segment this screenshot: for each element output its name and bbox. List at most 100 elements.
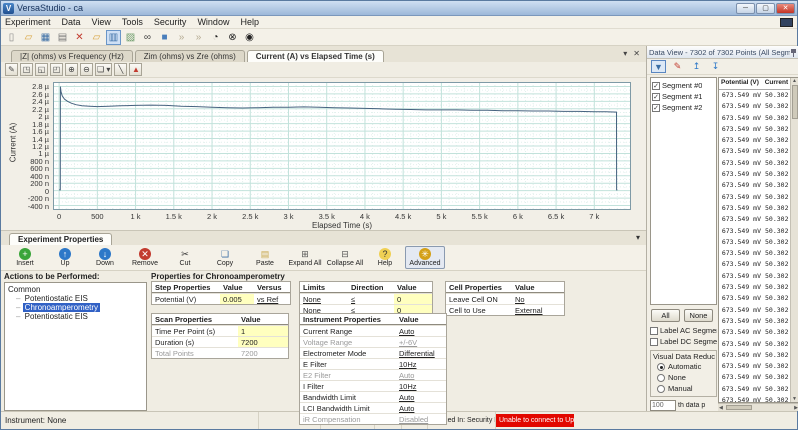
close-button[interactable]: ✕ [776,3,795,14]
menu-item-data[interactable]: Data [62,17,81,27]
display-options-icon[interactable]: ❏ ▾ [95,63,112,76]
table-row[interactable]: 673.549 mV50.302 [719,237,790,248]
menu-item-help[interactable]: Help [240,17,259,27]
scroll-left-icon[interactable]: ◀ [718,405,724,411]
all-button[interactable]: All [651,309,680,322]
cut-button[interactable]: ✂Cut [165,247,205,268]
delete-icon[interactable]: ✕ [72,30,87,45]
actions-tree[interactable]: Common – Potentiostatic EIS– Chronoampero… [4,282,147,411]
radio-manual[interactable]: Manual [653,383,715,394]
collapse-all-button[interactable]: ⊟Collapse All [325,247,365,268]
radio-none[interactable]: None [653,372,715,383]
table-row[interactable]: 673.549 mV50.302 [719,316,790,327]
pause-icon[interactable]: ◔ [208,30,223,45]
checkbox-icon[interactable] [650,338,658,346]
insert-button[interactable]: +Insert [5,247,45,268]
property-value[interactable]: Auto [396,370,446,380]
checkbox-icon[interactable]: ✓ [652,93,660,101]
scrollbar-thumb[interactable] [792,85,798,119]
label-ac-segments-checkbox[interactable]: Label AC Segments [650,325,717,336]
table-row[interactable]: 673.549 mV50.302 [719,101,790,112]
table-row[interactable]: 673.549 mV50.302 [719,361,790,372]
tab-close-icon[interactable]: ✕ [633,49,640,58]
new-document-icon[interactable]: ▯ [4,30,19,45]
property-value[interactable]: Disabled [396,414,446,424]
paste-button[interactable]: ▤Paste [245,247,285,268]
segment-row[interactable]: ✓Segment #2 [652,102,715,113]
checkbox-icon[interactable]: ✓ [652,104,660,112]
scrollbar-thumb-horizontal[interactable] [726,405,752,410]
plot-image-icon[interactable]: ▨ [123,30,138,45]
table-row[interactable]: 673.549 mV50.302 [719,203,790,214]
property-value[interactable]: +/-6V [396,337,446,347]
property-value[interactable]: External [512,305,564,315]
checkbox-icon[interactable] [650,327,658,335]
label-dc-segments-checkbox[interactable]: Label DC Segments [650,336,717,347]
tab-experiment-properties[interactable]: Experiment Properties [9,233,112,245]
table-row[interactable]: 673.549 mV50.302 [719,135,790,146]
table-row[interactable]: 673.549 mV50.302 [719,214,790,225]
tree-item-potentiostatic-eis[interactable]: – Potentiostatic EIS [16,312,146,321]
zoom-window-icon[interactable]: ◳ [20,63,33,76]
chart-svg[interactable] [53,82,631,210]
table-row[interactable]: 673.549 mV50.302 [719,350,790,361]
zoom-x-icon[interactable]: ◱ [35,63,48,76]
help-button[interactable]: ?Help [365,247,405,268]
column-header-potential[interactable]: Potential (V) [719,78,763,89]
property-value[interactable]: ≤ [348,294,394,304]
property-value[interactable]: 7200 [238,337,288,347]
checkbox-icon[interactable]: ✓ [652,82,660,90]
zoom-out-icon[interactable]: ⊖ [80,63,93,76]
table-row[interactable]: 673.549 mV50.302 [719,282,790,293]
property-value[interactable]: Auto [396,392,446,402]
menu-item-view[interactable]: View [92,17,111,27]
trace-icon[interactable]: ╲ [114,63,127,76]
alert-icon[interactable]: ▲ [129,63,142,76]
open-folder-icon[interactable]: ▱ [89,30,104,45]
edit-icon[interactable]: ✎ [5,63,18,76]
table-row[interactable]: 673.549 mV50.302 [719,305,790,316]
table-row[interactable]: 673.549 mV50.302 [719,248,790,259]
property-value[interactable]: 0 [394,294,432,304]
restore-button[interactable]: ▢ [756,3,775,14]
scroll-down-icon[interactable]: ▼ [791,396,798,402]
property-value[interactable]: Auto [396,326,446,336]
property-value[interactable]: 0.005 [220,294,254,304]
table-row[interactable]: 673.549 mV50.302 [719,226,790,237]
table-row[interactable]: 673.549 mV50.302 [719,384,790,395]
tab-zim-ohms-vs-zre-ohms[interactable]: Zim (ohms) vs Zre (ohms) [135,50,245,62]
advanced-button[interactable]: ✳Advanced [405,246,445,269]
table-horizontal-scrollbar[interactable]: ◀ ▶ [718,403,798,411]
table-row[interactable]: 673.549 mV50.302 [719,395,790,402]
table-row[interactable]: 673.549 mV50.302 [719,169,790,180]
column-header-current[interactable]: Current [763,78,790,89]
zoom-in-icon[interactable]: ⊕ [65,63,78,76]
table-row[interactable]: 673.549 mV50.302 [719,124,790,135]
menu-item-window[interactable]: Window [197,17,229,27]
move-down-icon[interactable]: ↧ [708,60,723,73]
tree-root-common[interactable]: Common [8,285,146,294]
property-value[interactable]: 10Hz [396,381,446,391]
table-row[interactable]: 673.549 mV50.302 [719,158,790,169]
up-button[interactable]: ↑Up [45,247,85,268]
tree-item-chronoamperometry[interactable]: – Chronoamperometry [16,303,146,312]
table-row[interactable]: 673.549 mV50.302 [719,180,790,191]
table-row[interactable]: 673.549 mV50.302 [719,327,790,338]
property-label[interactable]: None [300,294,348,304]
segment-row[interactable]: ✓Segment #0 [652,80,715,91]
table-row[interactable]: 673.549 mV50.302 [719,339,790,350]
collapse-panel-icon[interactable]: ▾ [636,233,640,242]
radio-icon[interactable] [657,363,665,371]
side-panel-icon[interactable]: ■ [157,30,172,45]
zoom-y-icon[interactable]: ◰ [50,63,63,76]
property-value[interactable]: Auto [396,403,446,413]
down-button[interactable]: ↓Down [85,247,125,268]
save-icon[interactable]: ▦ [38,30,53,45]
table-row[interactable]: 673.549 mV50.302 [719,192,790,203]
table-row[interactable]: 673.549 mV50.302 [719,293,790,304]
table-row[interactable]: 673.549 mV50.302 [719,372,790,383]
table-vertical-scrollbar[interactable]: ▲ ▼ [790,78,798,402]
tab-list-dropdown-icon[interactable]: ▾ [623,49,627,58]
menu-item-experiment[interactable]: Experiment [5,17,51,27]
tab-current-a-vs-elapsed-time-s[interactable]: Current (A) vs Elapsed Time (s) [247,50,384,62]
